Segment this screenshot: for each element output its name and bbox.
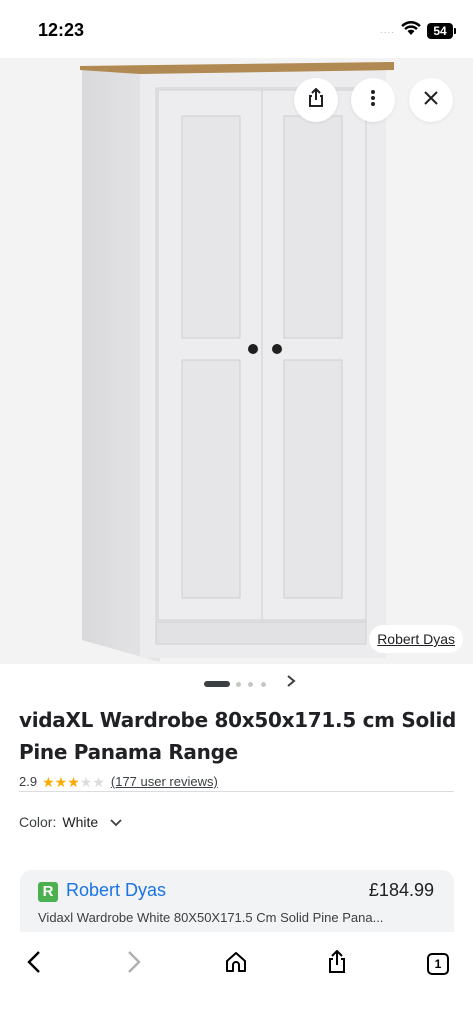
star-empty-icon: ★ [79, 773, 93, 790]
wifi-icon [401, 20, 421, 41]
product-title-line1: vidaXL Wardrobe 80x50x171.5 cm Solid [19, 708, 457, 732]
color-value: White [62, 814, 99, 830]
color-label: Color: [19, 814, 57, 830]
forward-icon [127, 950, 141, 979]
back-button[interactable] [12, 942, 56, 986]
star-filled-icon: ★ [54, 773, 68, 790]
star-filled-icon: ★ [42, 773, 55, 790]
home-icon [225, 951, 247, 978]
image-merchant-chip[interactable]: Robert Dyas [369, 625, 463, 653]
color-selector[interactable]: Color: White [19, 812, 122, 832]
offer-price: £184.99 [368, 880, 434, 900]
carousel-dot[interactable] [261, 682, 266, 687]
more-vert-icon [370, 89, 376, 112]
back-icon [27, 950, 41, 979]
offer-description: Vidaxl Wardrobe White 80X50X171.5 Cm Sol… [38, 910, 384, 925]
product-image-carousel[interactable]: Robert Dyas [0, 58, 473, 664]
status-indicators: .... 54 [379, 20, 456, 41]
tabs-button[interactable]: 1 [416, 942, 460, 986]
close-button[interactable] [409, 78, 453, 122]
merchant-logo-icon: R [38, 882, 58, 902]
share-button[interactable] [294, 78, 338, 122]
chevron-right-icon[interactable] [286, 674, 296, 693]
rating-row: 2.9 ★ ★ ★ ★ ★ (177 user reviews) [19, 772, 454, 792]
carousel-dot[interactable] [236, 682, 241, 687]
rating-stars: ★ ★ ★ ★ ★ [42, 775, 105, 789]
forward-button[interactable] [112, 942, 156, 986]
signal-icon: .... [379, 25, 395, 36]
merchant-name-link[interactable]: Robert Dyas [66, 880, 166, 901]
more-options-button[interactable] [351, 78, 395, 122]
wardrobe-image [80, 62, 394, 662]
close-icon [424, 90, 438, 110]
home-button[interactable] [214, 942, 258, 986]
star-filled-icon: ★ [67, 773, 80, 790]
carousel-indicator [0, 670, 473, 698]
carousel-dot[interactable] [248, 682, 253, 687]
product-title-line2: Pine Panama Range [19, 740, 238, 764]
carousel-dot-active[interactable] [204, 681, 230, 687]
product-title: vidaXL Wardrobe 80x50x171.5 cm Solid Pin… [19, 704, 459, 768]
chevron-down-icon [110, 814, 122, 830]
tabs-icon: 1 [427, 953, 449, 975]
status-time: 12:23 [38, 20, 85, 40]
star-empty-icon: ★ [92, 773, 105, 790]
share-icon [307, 87, 325, 113]
browser-toolbar: 1 [0, 932, 473, 1024]
merchant-offer-card[interactable]: R Robert Dyas £184.99 Vidaxl Wardrobe Wh… [20, 870, 454, 932]
status-bar: 12:23 .... 54 [0, 0, 473, 58]
battery-icon: 54 [427, 22, 456, 39]
share-icon [327, 949, 347, 979]
share-button-toolbar[interactable] [315, 942, 359, 986]
reviews-link[interactable]: (177 user reviews) [111, 774, 218, 789]
rating-value: 2.9 [19, 774, 38, 789]
